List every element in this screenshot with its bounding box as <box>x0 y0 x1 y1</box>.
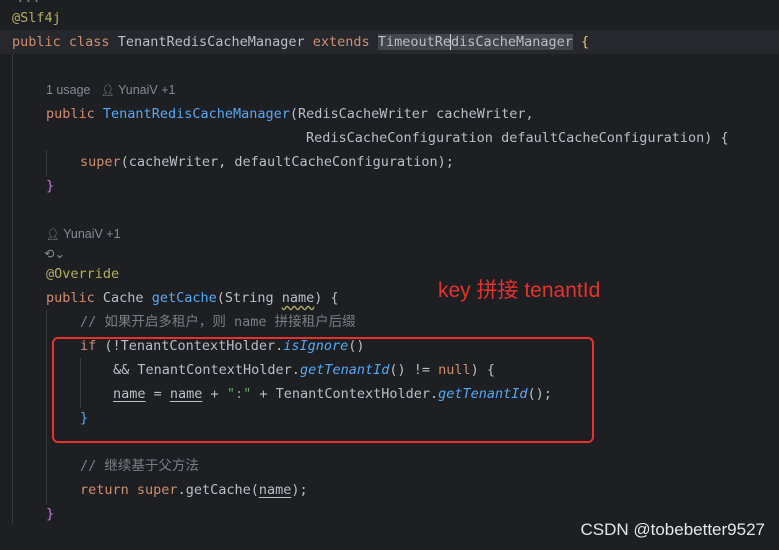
keyword: return <box>80 482 129 498</box>
inlay-hint-usages[interactable]: 1 usage 👤︎ YunaiV +1 <box>0 78 779 102</box>
method-call: .getCache( <box>177 482 259 498</box>
return-type: Cache <box>102 290 144 306</box>
keyword: public <box>46 290 95 306</box>
code-line[interactable]: @Override <box>0 262 779 286</box>
brace: { <box>581 34 590 50</box>
class-name: TenantRedisCacheManager <box>117 34 305 50</box>
code-comment: // 如果开启多租户，则 name 拼接租户后缀 <box>80 314 356 330</box>
watermark: CSDN @tobebetter9527 <box>580 520 765 539</box>
user-icon: 👤︎ <box>100 85 115 97</box>
code-line[interactable]: RedisCacheConfiguration defaultCacheConf… <box>0 126 779 150</box>
code-line[interactable]: public TenantRedisCacheManager(RedisCach… <box>0 102 779 126</box>
constructor-name: TenantRedisCacheManager <box>102 106 290 122</box>
code-line[interactable]: // 如果开启多租户，则 name 拼接租户后缀 <box>0 310 779 334</box>
annotation-note: key 拼接 tenantId <box>438 279 601 302</box>
keyword: class <box>68 34 110 50</box>
keyword: super <box>80 154 121 170</box>
keyword: super <box>136 482 178 498</box>
author-hint[interactable]: YunaiV +1 <box>63 227 120 241</box>
super-args: (cacheWriter, defaultCacheConfiguration)… <box>120 154 454 170</box>
param-name: name <box>281 290 315 306</box>
method-name: getCache <box>151 290 217 306</box>
author-hint[interactable]: YunaiV +1 <box>118 83 175 97</box>
override-marker-icon[interactable]: ⟲⌄ <box>44 247 65 261</box>
code-line[interactable]: @Slf4j <box>0 6 779 30</box>
keyword: public <box>12 34 61 50</box>
constructor-params: (RedisCacheWriter cacheWriter, <box>289 106 534 122</box>
highlight-box <box>52 337 594 443</box>
code-line[interactable]: // 继续基于父方法 <box>0 454 779 478</box>
variable-name: name <box>258 482 292 498</box>
code-comment: // 继续基于父方法 <box>80 458 199 474</box>
user-icon: 👤︎ <box>46 229 60 241</box>
statement-end: ); <box>291 482 308 498</box>
code-line-current[interactable]: public class TenantRedisCacheManager ext… <box>0 30 779 54</box>
usage-count[interactable]: 1 usage <box>46 83 90 97</box>
code-line[interactable]: public Cache getCache(String name) { <box>0 286 779 310</box>
annotation-slf4j: @Slf4j <box>12 10 61 26</box>
method-params-close: ) { <box>314 290 339 306</box>
constructor-params-cont: RedisCacheConfiguration defaultCacheConf… <box>306 130 729 146</box>
keyword: public <box>46 106 95 122</box>
method-params: (String <box>216 290 282 306</box>
code-line[interactable]: super(cacheWriter, defaultCacheConfigura… <box>0 150 779 174</box>
annotation-override: @Override <box>46 266 120 282</box>
brace: } <box>46 178 55 194</box>
code-line[interactable]: return super.getCache(name); <box>0 478 779 502</box>
code-line[interactable]: } <box>0 174 779 198</box>
parent-class-name[interactable]: TimeoutRedisCacheManager <box>377 34 573 50</box>
brace: } <box>46 506 55 522</box>
keyword: extends <box>312 34 370 50</box>
